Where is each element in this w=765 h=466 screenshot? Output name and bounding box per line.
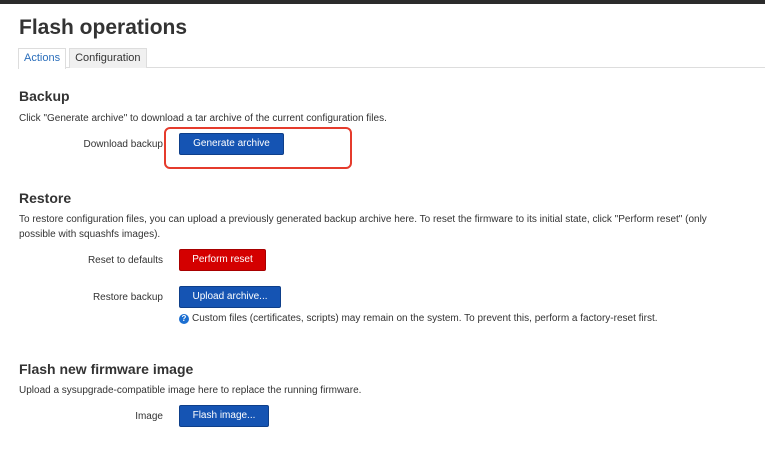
reset-to-defaults-label: Reset to defaults: [87, 255, 163, 266]
flash-description: Upload a sysupgrade-compatible image her…: [19, 385, 362, 396]
backup-description: Click "Generate archive" to download a t…: [19, 113, 387, 124]
flash-image-button[interactable]: Flash image...: [179, 405, 269, 427]
backup-section-title: Backup: [19, 88, 70, 104]
tab-actions[interactable]: Actions: [18, 48, 67, 69]
perform-reset-button[interactable]: Perform reset: [179, 249, 266, 271]
flash-operations-page: Flash operations Actions Configuration B…: [0, 0, 765, 466]
highlight-annotation-box: [164, 127, 352, 169]
page-title: Flash operations: [19, 16, 188, 39]
restore-description: To restore configuration files, you can …: [19, 214, 707, 240]
tab-configuration[interactable]: Configuration: [69, 48, 147, 68]
upload-archive-button[interactable]: Upload archive...: [179, 286, 281, 308]
restore-backup-label: Restore backup: [92, 292, 163, 303]
restore-hint: ? Custom files (certificates, scripts) m…: [179, 313, 658, 324]
flash-section-title: Flash new firmware image: [19, 361, 194, 377]
download-backup-label: Download backup: [83, 139, 164, 150]
top-header-bar: [0, 0, 765, 4]
restore-hint-text: Custom files (certificates, scripts) may…: [192, 313, 658, 324]
question-circle-icon: ?: [179, 313, 189, 324]
tab-bar: Actions Configuration: [18, 48, 150, 69]
restore-section-title: Restore: [19, 190, 72, 206]
image-label: Image: [135, 411, 163, 422]
